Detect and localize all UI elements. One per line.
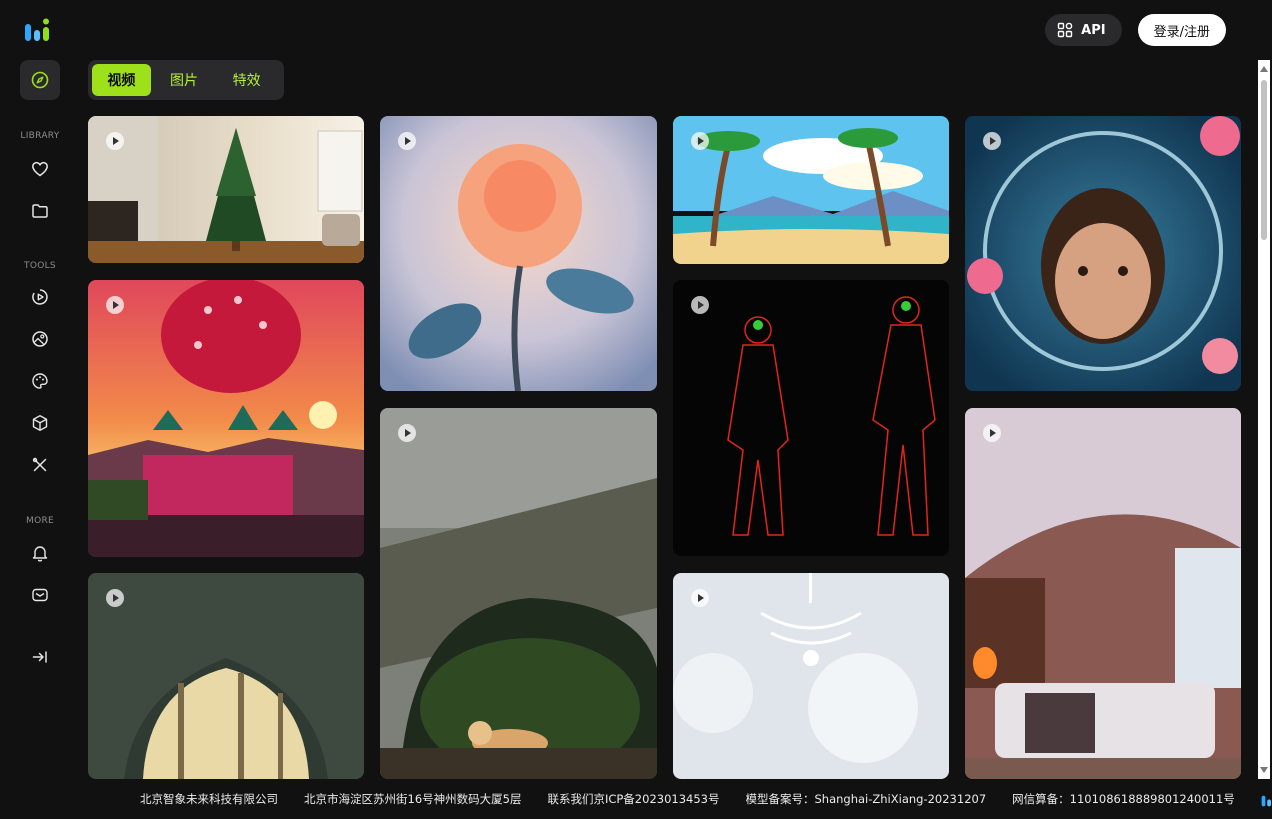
folder-icon [32,204,48,218]
folder-button[interactable] [28,199,52,223]
palette-icon [32,373,48,389]
play-icon [398,424,416,442]
tab-image[interactable]: 图片 [155,64,214,96]
collapse-icon [32,651,47,663]
image-tool-icon [32,331,48,347]
stone-bridge-dog-thumbnail [380,408,657,779]
footer-company: 北京智象未来科技有限公司 [140,792,278,806]
play-icon [106,296,124,314]
gallery-card[interactable] [965,408,1241,779]
chandelier-thumbnail [673,573,949,779]
gallery-card[interactable] [380,408,657,779]
messages-button[interactable] [28,583,52,607]
christmas-tree-thumbnail [88,116,364,263]
footer: 北京智象未来科技有限公司 北京市海淀区苏州街16号神州数码大厦5层 联系我们京I… [0,779,1272,819]
play-icon [983,424,1001,442]
play-icon [691,589,709,607]
collapse-sidebar-button[interactable] [28,645,52,669]
api-label: API [1081,22,1106,38]
palette-tool-button[interactable] [28,369,52,393]
play-icon [691,132,709,150]
footer-address: 北京市海淀区苏州街16号神州数码大厦5层 [304,792,522,806]
play-icon [398,132,416,150]
api-button[interactable]: API [1045,14,1122,46]
gallery-card[interactable] [673,116,949,264]
library-section-label: LIBRARY [20,131,60,141]
bell-icon [32,546,48,562]
scroll-down-icon[interactable] [1260,767,1268,773]
cube-icon [32,415,48,431]
play-icon [983,132,1001,150]
gallery-card[interactable] [88,116,364,263]
igloo-bedroom-thumbnail [965,408,1241,779]
bubble-girl-thumbnail [965,116,1241,391]
page-scrollbar[interactable] [1258,60,1270,779]
tools-icon [32,457,47,472]
scroll-up-icon[interactable] [1260,66,1268,72]
gallery-card[interactable] [965,116,1241,391]
play-icon [106,589,124,607]
gallery-card[interactable] [673,573,949,779]
header-actions: API 登录/注册 [1045,14,1226,46]
balloon-castle-thumbnail [88,280,364,557]
sidebar: LIBRARY TOOLS MORE [0,60,80,779]
tab-video[interactable]: 视频 [92,64,151,96]
tab-effects[interactable]: 特效 [217,64,276,96]
media-type-tabs: 视频 图片 特效 [88,60,284,100]
beach-palms-thumbnail [673,116,949,264]
grid-icon [1057,22,1073,38]
3d-tool-button[interactable] [28,411,52,435]
explore-button[interactable] [20,60,60,100]
heart-icon [32,161,48,177]
scroll-thumb[interactable] [1261,80,1267,240]
glowing-rose-thumbnail [380,116,657,391]
footer-logo [1261,795,1271,806]
footer-icp-link[interactable]: 联系我们京ICP备2023013453号 [547,791,719,807]
footer-net-record: 网信算备：110108618889801240011号 [1012,792,1235,806]
gallery-card[interactable] [88,280,364,557]
footer-model-record: 模型备案号：Shanghai-ZhiXiang-20231207 [745,792,987,806]
gallery-card[interactable] [380,116,657,391]
forest-tunnel-thumbnail [88,573,364,779]
play-icon [106,132,124,150]
image-tool-button[interactable] [28,327,52,351]
gallery-card[interactable] [88,573,364,779]
brand-logo [25,18,49,41]
video-tool-button[interactable] [28,285,52,309]
gallery-card[interactable] [673,280,949,556]
more-section-label: MORE [26,516,54,526]
mail-icon [32,588,48,602]
favorites-button[interactable] [28,157,52,181]
neon-figures-thumbnail [673,280,949,556]
notifications-button[interactable] [28,541,52,565]
tools-section-label: TOOLS [24,261,56,271]
login-button[interactable]: 登录/注册 [1137,14,1226,46]
tools-button[interactable] [28,453,52,477]
gallery-grid [88,116,1241,779]
play-icon [691,296,709,314]
video-tool-icon [32,289,48,305]
explore-icon [31,71,49,89]
